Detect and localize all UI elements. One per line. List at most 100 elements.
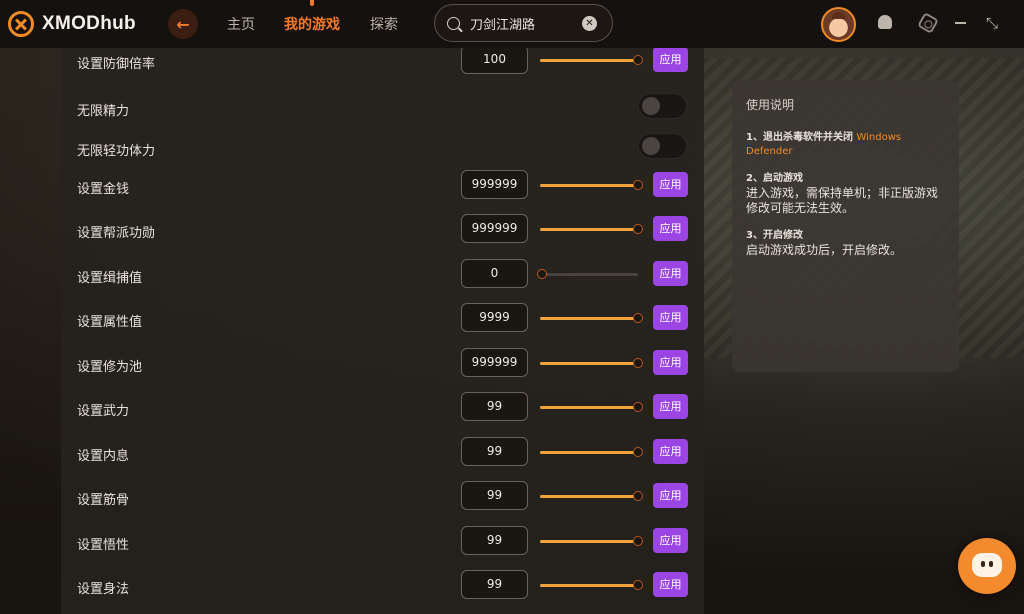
apply-button[interactable]: 应用	[653, 439, 688, 464]
setting-row: 设置缉捕值 0 应用	[61, 259, 704, 291]
nav-active-indicator	[310, 0, 314, 6]
slider-fill	[540, 584, 638, 587]
apply-button[interactable]: 应用	[653, 528, 688, 553]
value-input[interactable]: 999999	[461, 348, 528, 377]
instructions-title: 使用说明	[746, 98, 795, 112]
step-3-description: 启动游戏成功后，开启修改。	[746, 243, 903, 257]
setting-label: 设置筋骨	[77, 493, 130, 508]
apply-button[interactable]: 应用	[653, 483, 688, 508]
value-input[interactable]: 99	[461, 481, 528, 510]
setting-label: 设置武力	[77, 404, 130, 419]
value-slider[interactable]	[540, 180, 643, 190]
value-slider[interactable]	[540, 580, 643, 590]
setting-label: 设置属性值	[77, 315, 143, 330]
slider-handle[interactable]	[633, 447, 643, 457]
apply-button[interactable]: 应用	[653, 216, 688, 241]
setting-label: 设置金钱	[77, 182, 130, 197]
chat-bot-icon	[972, 553, 1002, 577]
instruction-step-1: 1、退出杀毒软件并关闭 Windows Defender	[746, 131, 945, 159]
setting-label: 无限精力	[77, 104, 130, 119]
value-slider[interactable]	[540, 224, 643, 234]
nav-explore[interactable]: 探索	[370, 14, 398, 34]
slider-handle[interactable]	[633, 491, 643, 501]
nav-home[interactable]: 主页	[227, 14, 255, 34]
apply-button[interactable]: 应用	[653, 394, 688, 419]
instructions-card: 使用说明 1、退出杀毒软件并关闭 Windows Defender 2、启动游戏…	[732, 80, 959, 372]
setting-row: 无限精力	[61, 93, 704, 125]
clear-search-icon[interactable]: ✕	[582, 15, 597, 31]
slider-handle[interactable]	[633, 224, 643, 234]
step-2-description: 进入游戏，需保持单机；非正版游戏修改可能无法生效。	[746, 186, 939, 215]
toggle-knob	[642, 97, 660, 115]
app-name: XMODhub	[42, 13, 136, 34]
slider-fill	[540, 362, 638, 365]
value-slider[interactable]	[537, 269, 638, 279]
search-box[interactable]: ✕	[434, 4, 613, 42]
setting-row: 设置筋骨 99 应用	[61, 481, 704, 513]
slider-fill	[540, 540, 638, 543]
slider-fill	[540, 59, 638, 62]
value-slider[interactable]	[540, 313, 643, 323]
slider-handle[interactable]	[633, 313, 643, 323]
setting-row: 无限轻功体力	[61, 133, 704, 165]
arrow-left-icon: ←	[176, 14, 190, 34]
value-input[interactable]: 99	[461, 526, 528, 555]
notification-icon[interactable]	[878, 15, 892, 29]
toggle-switch[interactable]	[638, 133, 687, 159]
slider-fill	[540, 184, 638, 187]
toggle-switch[interactable]	[638, 93, 687, 119]
slider-handle[interactable]	[633, 536, 643, 546]
setting-label: 设置修为池	[77, 360, 143, 375]
toggle-knob	[642, 137, 660, 155]
slider-fill	[540, 317, 638, 320]
apply-button[interactable]: 应用	[653, 261, 688, 286]
value-slider[interactable]	[540, 536, 643, 546]
setting-row: 设置金钱 999999 应用	[61, 170, 704, 202]
xmod-logo-icon	[8, 11, 34, 37]
value-input[interactable]: 999999	[461, 170, 528, 199]
apply-button[interactable]: 应用	[653, 172, 688, 197]
value-slider[interactable]	[540, 491, 643, 501]
search-icon	[447, 16, 460, 30]
value-input[interactable]: 9999	[461, 303, 528, 332]
value-slider[interactable]	[540, 447, 643, 457]
value-input[interactable]: 0	[461, 259, 528, 288]
slider-handle[interactable]	[633, 55, 643, 65]
search-input[interactable]	[470, 15, 582, 31]
top-bar: XMODhub ← 主页 我的游戏 探索 ✕ ⤡	[0, 0, 1024, 48]
value-input[interactable]: 999999	[461, 214, 528, 243]
user-avatar[interactable]	[821, 7, 856, 42]
step-1-title: 1、退出杀毒软件并关闭	[746, 132, 853, 143]
settings-icon[interactable]	[917, 12, 939, 34]
apply-button[interactable]: 应用	[653, 305, 688, 330]
value-input[interactable]: 99	[461, 570, 528, 599]
setting-label: 设置悟性	[77, 538, 130, 553]
slider-handle[interactable]	[537, 269, 547, 279]
slider-handle[interactable]	[633, 402, 643, 412]
slider-handle[interactable]	[633, 180, 643, 190]
setting-row: 设置修为池 999999 应用	[61, 348, 704, 380]
step-3-title: 3、开启修改	[746, 230, 803, 241]
setting-row: 设置身法 99 应用	[61, 570, 704, 602]
slider-handle[interactable]	[633, 580, 643, 590]
apply-button[interactable]: 应用	[653, 572, 688, 597]
setting-row: 设置防御倍率 100 应用	[61, 48, 704, 77]
app-logo[interactable]: XMODhub	[8, 11, 136, 37]
chat-support-button[interactable]	[958, 538, 1016, 594]
value-input[interactable]: 100	[461, 48, 528, 74]
apply-button[interactable]: 应用	[653, 350, 688, 375]
setting-label: 无限轻功体力	[77, 144, 156, 159]
fullscreen-icon[interactable]: ⤡	[986, 14, 998, 32]
back-button[interactable]: ←	[168, 9, 198, 39]
value-slider[interactable]	[540, 402, 643, 412]
setting-label: 设置缉捕值	[77, 271, 143, 286]
value-input[interactable]: 99	[461, 437, 528, 466]
value-slider[interactable]	[540, 55, 643, 65]
value-slider[interactable]	[540, 358, 643, 368]
minimize-icon[interactable]	[955, 22, 966, 24]
value-input[interactable]: 99	[461, 392, 528, 421]
apply-button[interactable]: 应用	[653, 48, 688, 72]
slider-handle[interactable]	[633, 358, 643, 368]
cheat-settings-panel: 设置防御倍率 100 应用 无限精力 无限轻功体力 设置金钱 999999 应用 设置帮派功勋 9…	[61, 48, 704, 614]
nav-my-games[interactable]: 我的游戏	[284, 14, 340, 34]
